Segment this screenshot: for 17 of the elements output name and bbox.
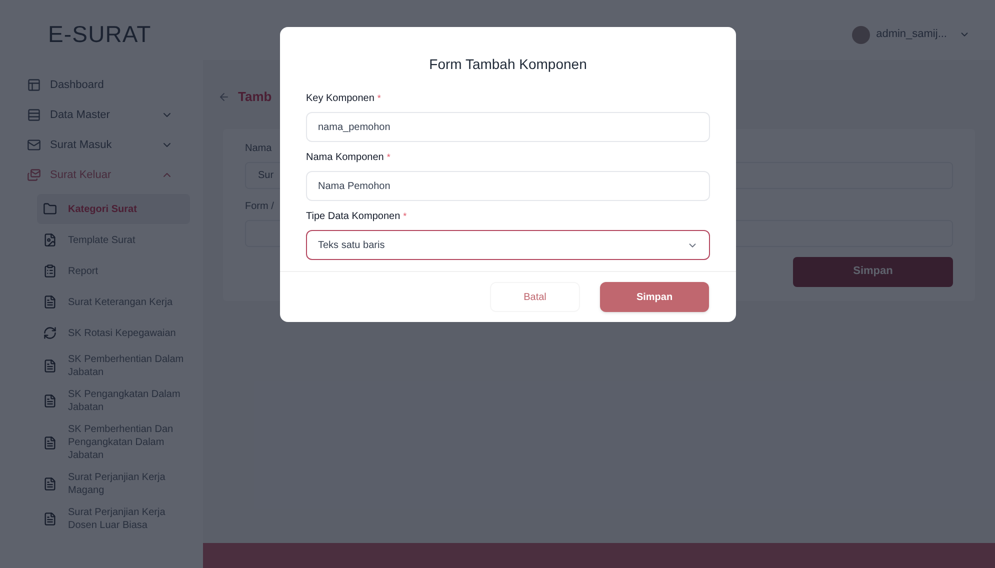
modal-title: Form Tambah Komponen	[429, 55, 587, 74]
dropdown-field[interactable]: Teks satu baris	[306, 230, 710, 260]
field-label: Form /	[245, 200, 274, 214]
save-button[interactable]: Simpan	[600, 282, 709, 312]
field-label: Nama	[245, 142, 272, 156]
cancel-button[interactable]: Batal	[490, 282, 580, 312]
page-title: Tamb	[238, 88, 272, 106]
input-field[interactable]: nama_pemohon	[306, 112, 710, 142]
field-label: Tipe Data Komponen	[306, 210, 400, 224]
field-label: Key Komponen	[306, 92, 374, 106]
required-mark: *	[377, 92, 381, 105]
user-name[interactable]: admin_samij...	[876, 26, 947, 43]
brand-logo-text: E-SURAT	[48, 20, 152, 50]
required-mark: *	[403, 210, 407, 223]
field-label: Nama Komponen	[306, 151, 384, 165]
required-mark: *	[386, 151, 390, 164]
input-field[interactable]: Nama Pemohon	[306, 171, 710, 201]
